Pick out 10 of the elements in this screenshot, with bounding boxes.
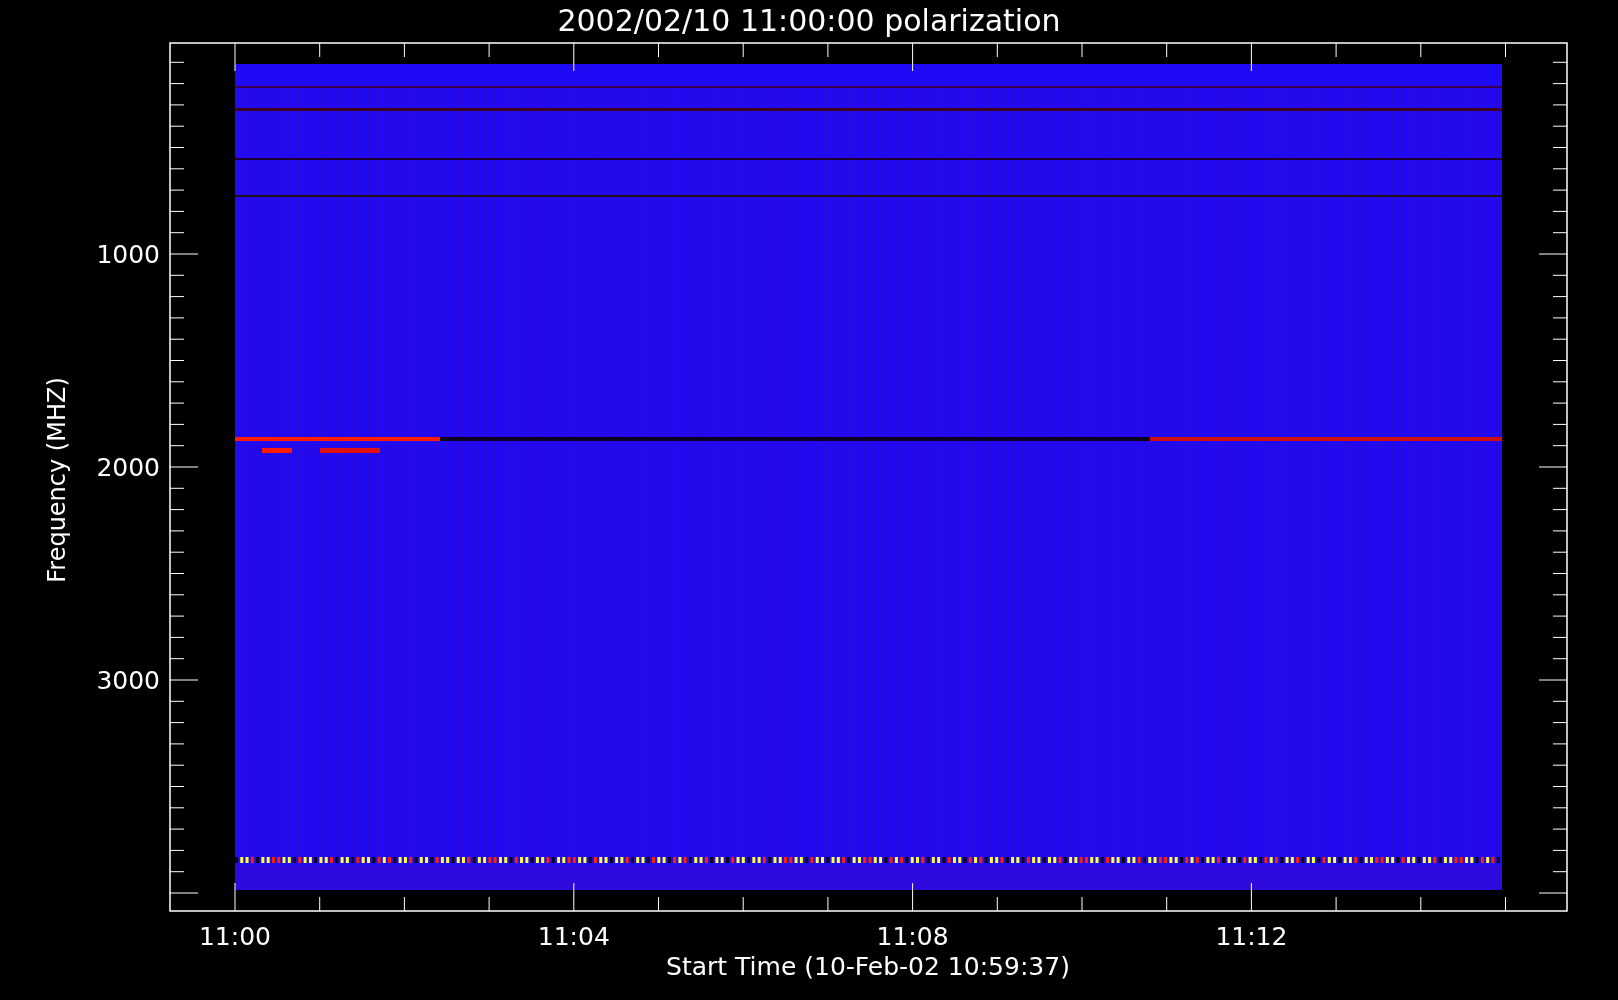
y-axis-title: Frequency (MHZ) [43,377,71,583]
x-tick-label: 11:08 [876,922,949,951]
x-axis-title: Start Time (10-Feb-02 10:59:37) [666,952,1070,981]
x-tick-label: 11:12 [1215,922,1288,951]
chart-title: 2002/02/10 11:00:00 polarization [557,3,1061,38]
y-tick-label: 3000 [96,666,160,695]
y-tick-label: 1000 [96,240,160,269]
y-tick-label: 2000 [96,453,160,482]
x-tick-label: 11:00 [199,922,271,951]
x-tick-label: 11:04 [537,922,610,951]
